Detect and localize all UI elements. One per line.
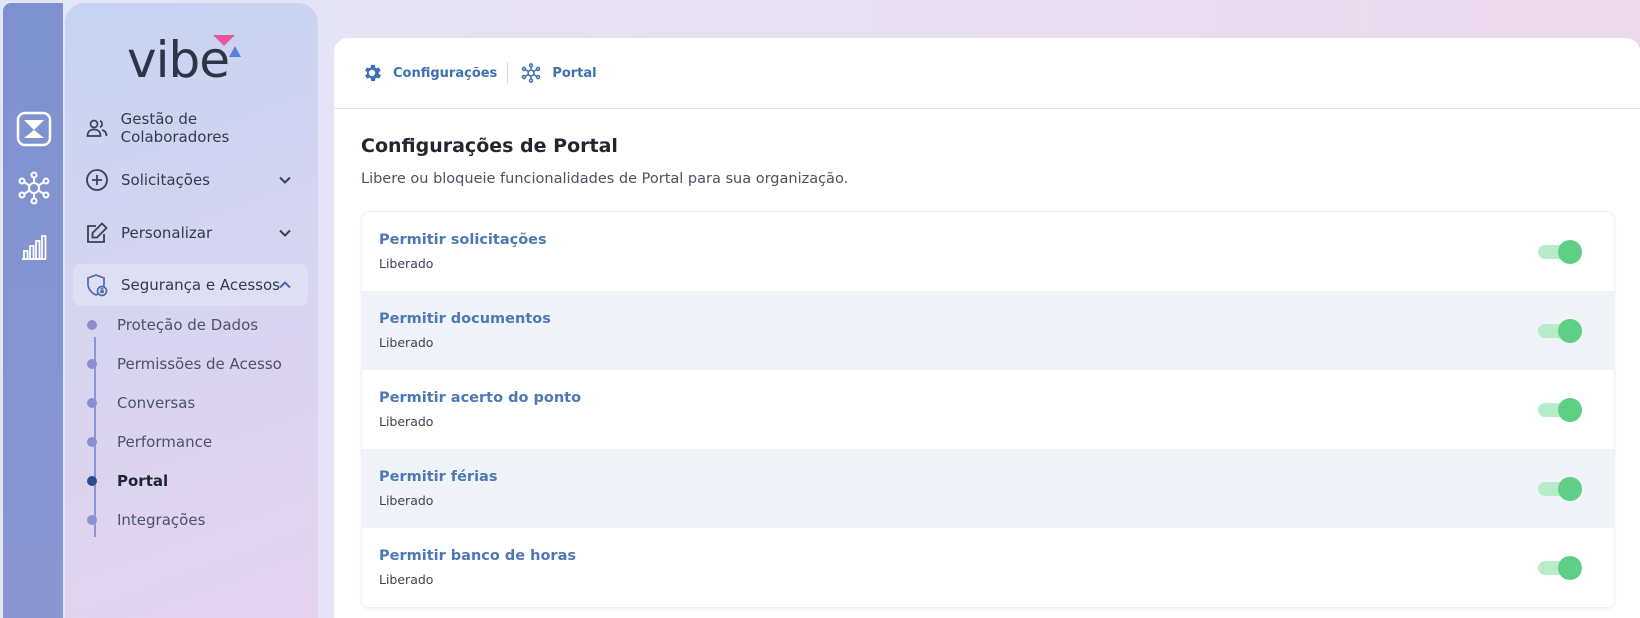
bullet-dot — [87, 320, 97, 330]
setting-status: Liberado — [379, 256, 434, 271]
vibe-app-icon[interactable] — [15, 110, 53, 148]
sidebar-item-personalizar[interactable]: Personalizar — [73, 212, 308, 254]
toggle-switch[interactable] — [1538, 555, 1582, 580]
app-rail — [3, 3, 63, 618]
setting-title: Permitir solicitações — [379, 232, 547, 248]
bar-chart-icon[interactable] — [15, 228, 53, 266]
toggle-switch[interactable] — [1538, 318, 1582, 343]
subnav-label: Performance — [117, 433, 213, 451]
chevron-up-icon[interactable] — [276, 276, 294, 294]
breadcrumb-label: Portal — [552, 65, 597, 81]
subnav-item-permissoes-acesso[interactable]: Permissões de Acesso — [87, 349, 282, 379]
vibe-logo[interactable]: vibe — [127, 30, 241, 90]
sidebar-item-label: Segurança e Acessos — [121, 276, 280, 294]
setting-title: Permitir banco de horas — [379, 548, 576, 564]
setting-row-banco-horas: Permitir banco de horas Liberado — [362, 528, 1614, 607]
network-icon — [520, 62, 542, 84]
subnav-item-portal[interactable]: Portal — [87, 466, 168, 496]
bullet-dot — [87, 398, 97, 408]
setting-row-ferias: Permitir férias Liberado — [362, 449, 1614, 528]
setting-title: Permitir documentos — [379, 311, 551, 327]
sidebar-item-seguranca-acessos[interactable]: Segurança e Acessos — [73, 264, 308, 306]
subnav-label: Portal — [117, 472, 169, 490]
setting-title: Permitir férias — [379, 469, 498, 485]
breadcrumb-label: Configurações — [393, 65, 498, 81]
bullet-dot — [87, 476, 97, 486]
subnav-item-protecao-dados[interactable]: Proteção de Dados — [87, 310, 258, 340]
settings-card: Permitir solicitações Liberado Permitir … — [361, 211, 1615, 608]
subnav-label: Permissões de Acesso — [117, 355, 282, 373]
plus-circle-icon — [85, 168, 109, 192]
setting-row-documentos: Permitir documentos Liberado — [362, 291, 1614, 370]
subnav-item-integracoes[interactable]: Integrações — [87, 505, 205, 535]
breadcrumb: Configurações Portal — [334, 38, 1640, 109]
setting-status: Liberado — [379, 572, 434, 587]
subnav-label: Proteção de Dados — [117, 316, 259, 334]
shield-lock-icon — [85, 273, 109, 297]
breadcrumb-portal[interactable]: Portal — [520, 62, 597, 84]
setting-title: Permitir acerto do ponto — [379, 390, 582, 406]
sidebar-item-label: Gestão de Colaboradores — [120, 110, 230, 146]
sidebar-item-solicitacoes[interactable]: Solicitações — [73, 159, 308, 201]
breadcrumb-configuracoes[interactable]: Configurações — [361, 62, 497, 84]
people-icon — [85, 116, 109, 140]
subnav-label: Integrações — [117, 511, 206, 529]
toggle-switch[interactable] — [1538, 476, 1582, 501]
edit-icon — [85, 221, 109, 245]
subnav-item-conversas[interactable]: Conversas — [87, 388, 195, 418]
toggle-switch[interactable] — [1538, 239, 1582, 264]
setting-row-acerto-ponto: Permitir acerto do ponto Liberado — [362, 370, 1614, 449]
sidebar-item-gestao-colaboradores[interactable]: Gestão de Colaboradores — [73, 107, 308, 149]
toggle-switch[interactable] — [1538, 397, 1582, 422]
setting-status: Liberado — [379, 414, 434, 429]
sidebar-item-label: Personalizar — [121, 224, 213, 242]
main-panel: Configurações Portal Configurações de Po… — [334, 38, 1640, 618]
network-icon[interactable] — [15, 169, 53, 207]
bullet-dot — [87, 437, 97, 447]
bullet-dot — [87, 359, 97, 369]
sidebar: vibe Gestão de Colaboradores Solicitaçõe… — [65, 3, 318, 618]
chevron-down-icon[interactable] — [276, 171, 294, 189]
subnav-label: Conversas — [117, 394, 196, 412]
setting-row-solicitacoes: Permitir solicitações Liberado — [362, 212, 1614, 291]
logo-mark-icon — [213, 35, 241, 57]
breadcrumb-separator — [507, 62, 509, 84]
gear-icon — [361, 62, 383, 84]
setting-status: Liberado — [379, 493, 434, 508]
page-title: Configurações de Portal — [361, 135, 618, 157]
content: Configurações de Portal Libere ou bloque… — [334, 109, 1640, 608]
subnav-item-performance[interactable]: Performance — [87, 427, 212, 457]
page-description: Libere ou bloqueie funcionalidades de Po… — [361, 171, 849, 187]
chevron-down-icon[interactable] — [276, 224, 294, 242]
bullet-dot — [87, 515, 97, 525]
setting-status: Liberado — [379, 335, 434, 350]
sidebar-item-label: Solicitações — [121, 171, 210, 189]
